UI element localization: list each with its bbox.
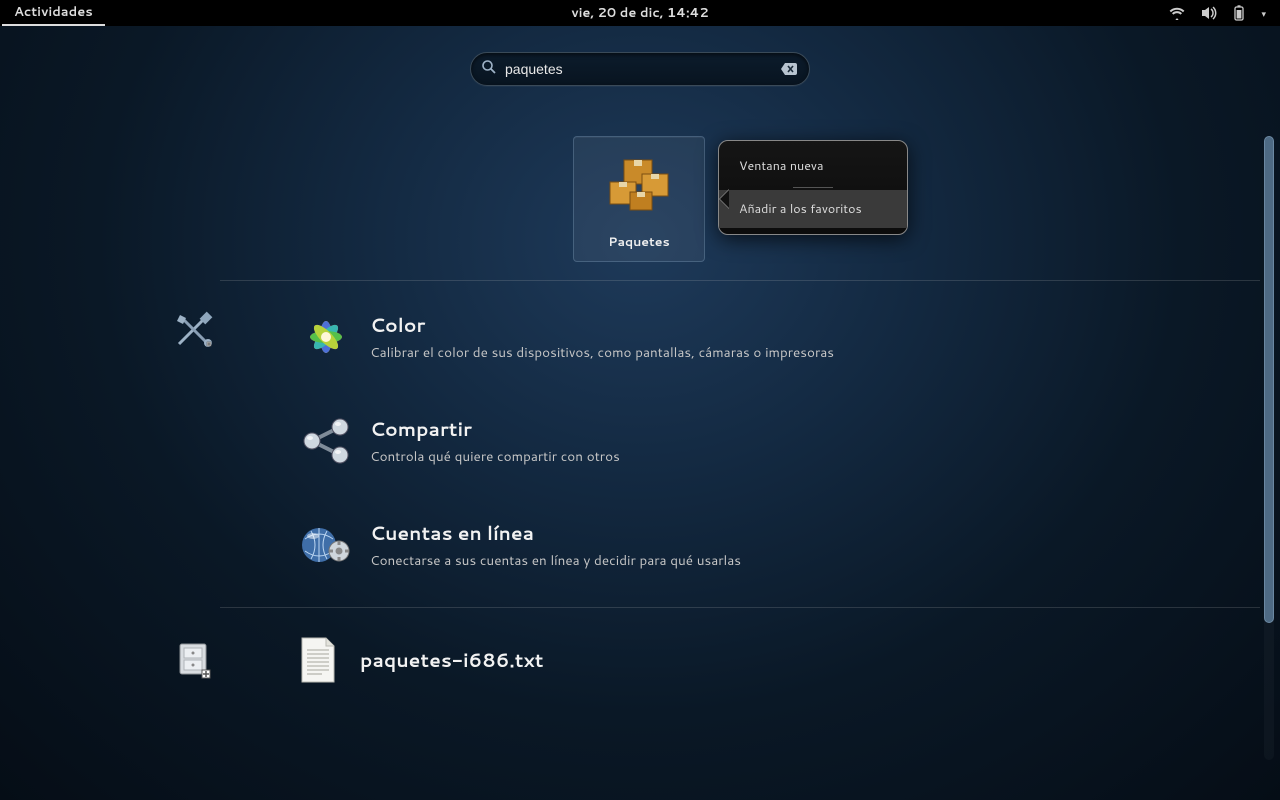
settings-result-color[interactable]: Color Calibrar el color de sus dispositi… bbox=[298, 309, 1260, 365]
settings-provider-icon bbox=[172, 307, 216, 351]
top-bar: Actividades vie, 20 de dic, 14:42 ▾ bbox=[0, 0, 1280, 26]
clear-search-icon[interactable] bbox=[779, 59, 799, 79]
settings-title: Cuentas en línea bbox=[370, 520, 741, 547]
wifi-icon[interactable] bbox=[1169, 6, 1185, 20]
search-icon bbox=[481, 58, 497, 81]
app-result-paquetes[interactable]: Paquetes bbox=[573, 136, 705, 262]
package-boxes-icon bbox=[601, 149, 677, 225]
file-name: paquetes-i686.txt bbox=[360, 647, 543, 674]
settings-desc: Conectarse a sus cuentas en línea y deci… bbox=[370, 551, 741, 570]
ctx-new-window[interactable]: Ventana nueva bbox=[719, 147, 907, 185]
battery-icon[interactable] bbox=[1233, 5, 1245, 21]
chevron-down-icon[interactable]: ▾ bbox=[1261, 7, 1266, 20]
globe-gear-icon bbox=[298, 517, 354, 573]
settings-desc: Controla qué quiere compartir con otros bbox=[370, 447, 620, 466]
search-input[interactable] bbox=[497, 61, 779, 77]
section-divider bbox=[220, 280, 1260, 281]
activities-label: Actividades bbox=[14, 3, 93, 21]
files-provider-icon bbox=[172, 638, 216, 682]
settings-result-cuentas[interactable]: Cuentas en línea Conectarse a sus cuenta… bbox=[298, 517, 1260, 573]
text-file-icon bbox=[298, 636, 338, 684]
settings-title: Color bbox=[370, 312, 834, 339]
settings-desc: Calibrar el color de sus dispositivos, c… bbox=[370, 343, 834, 362]
search-field[interactable] bbox=[470, 52, 810, 86]
app-result-label: Paquetes bbox=[608, 233, 669, 251]
volume-icon[interactable] bbox=[1201, 6, 1217, 20]
share-icon bbox=[298, 413, 354, 469]
ctx-add-favorite[interactable]: Añadir a los favoritos bbox=[719, 190, 907, 228]
activities-button[interactable]: Actividades bbox=[2, 0, 105, 26]
clock[interactable]: vie, 20 de dic, 14:42 bbox=[571, 4, 709, 22]
context-menu: Ventana nueva Añadir a los favoritos bbox=[718, 140, 908, 235]
color-flower-icon bbox=[298, 309, 354, 365]
section-divider bbox=[220, 607, 1260, 608]
scrollbar[interactable] bbox=[1264, 136, 1274, 760]
settings-title: Compartir bbox=[370, 416, 620, 443]
file-result[interactable]: paquetes-i686.txt bbox=[298, 636, 543, 684]
settings-result-compartir[interactable]: Compartir Controla qué quiere compartir … bbox=[298, 413, 1260, 469]
scrollbar-thumb[interactable] bbox=[1264, 136, 1274, 623]
